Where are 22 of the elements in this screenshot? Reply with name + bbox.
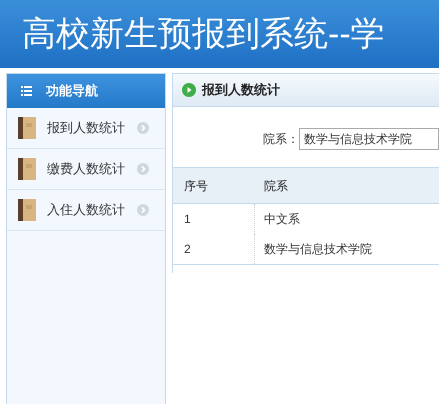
system-title: 高校新生预报到系统--学 [22,17,385,51]
sidebar-item[interactable]: 报到人数统计 [7,108,165,149]
list-icon [21,86,32,96]
chevron-icon [137,204,149,216]
sidebar-item[interactable]: 缴费人数统计 [7,149,165,190]
chevron-icon [137,122,149,134]
column-header: 序号 [183,178,209,194]
filter-label: 院系： [263,131,299,148]
chevron-icon [137,163,149,175]
table-cell: 1 [173,204,255,234]
sidebar-item[interactable]: 入住人数统计 [7,190,165,231]
play-icon [182,83,196,97]
book-icon [18,199,36,221]
table-cell-text: 中文系 [263,211,300,228]
column-header: 院系 [263,178,288,194]
sidebar-title: 功能导航 [46,82,98,100]
department-select[interactable]: 数学与信息技术学院 [299,128,439,150]
book-icon [18,158,36,180]
book-icon [18,117,36,139]
panel-title: 报到人数统计 [202,81,280,100]
table-cell: 2 [173,234,255,264]
table-cell-text: 数学与信息技术学院 [263,241,372,258]
